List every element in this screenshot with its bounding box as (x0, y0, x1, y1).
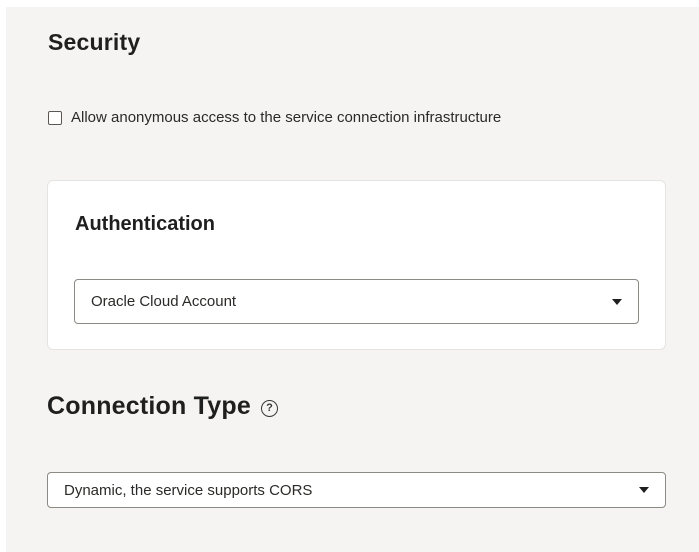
anonymous-access-checkbox[interactable] (48, 110, 62, 125)
security-heading: Security (48, 29, 141, 55)
authentication-select[interactable]: Oracle Cloud Account (74, 279, 639, 324)
chevron-down-icon (612, 298, 622, 305)
authentication-card: Authentication Oracle Cloud Account (47, 180, 666, 350)
help-icon[interactable]: ? (260, 400, 278, 417)
authentication-heading: Authentication (75, 213, 215, 235)
connection-type-header: Connection Type ? (47, 392, 278, 421)
connection-type-select[interactable]: Dynamic, the service supports CORS (47, 472, 666, 508)
authentication-select-value: Oracle Cloud Account (91, 293, 237, 310)
connection-type-heading: Connection Type (47, 392, 251, 420)
anonymous-access-label: Allow anonymous access to the service co… (71, 109, 502, 126)
anonymous-access-option[interactable]: Allow anonymous access to the service co… (48, 109, 501, 126)
chevron-down-icon (639, 487, 649, 493)
connection-type-select-value: Dynamic, the service supports CORS (64, 481, 313, 499)
